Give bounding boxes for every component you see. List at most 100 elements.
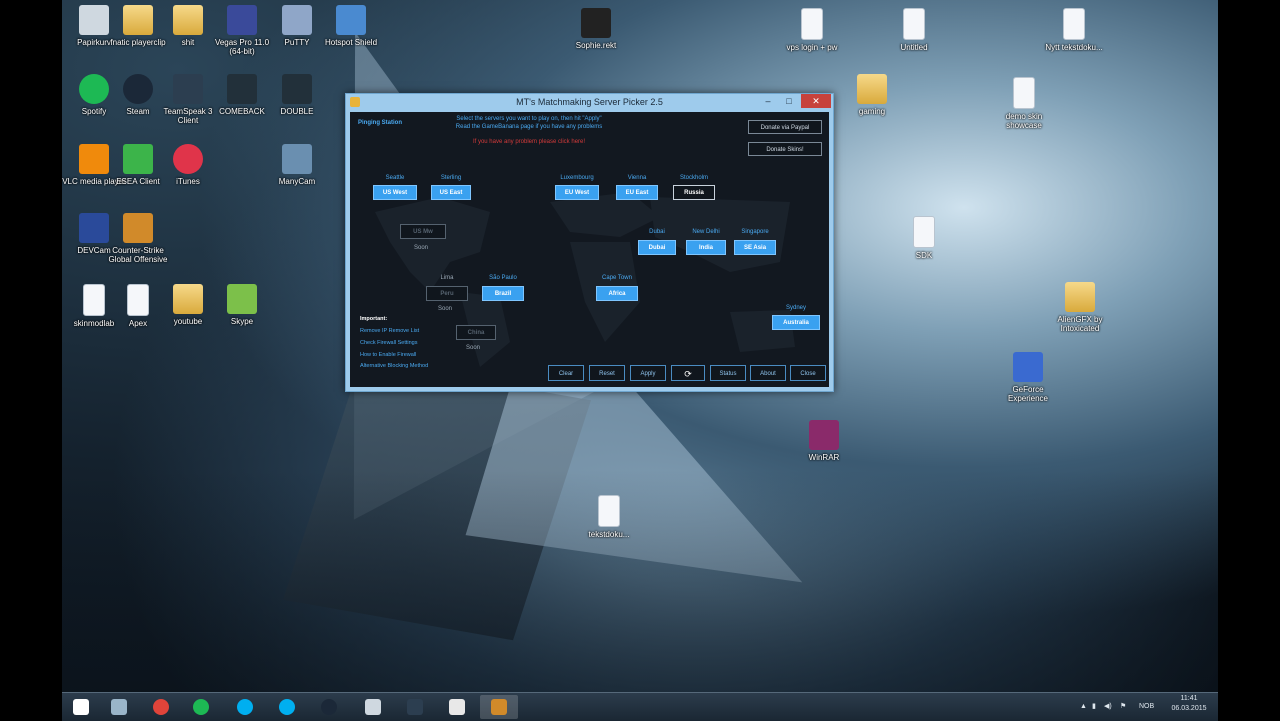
maximize-button[interactable]: □ [779,94,799,108]
soon-label: Soon [414,245,429,251]
donate-skins-button[interactable]: Donate Skins! [748,142,822,156]
taskbar-button[interactable] [62,695,100,719]
apply-button[interactable]: Apply [630,365,666,381]
desktop-icon[interactable]: DOUBLE [265,74,329,116]
desktop-icon[interactable]: iTunes [156,144,220,186]
desktop-icon-label: SDK [915,251,933,260]
desktop-icon-label: Hotspot Shield [324,38,378,47]
warning-link[interactable]: If you have any problem please click her… [424,139,634,145]
desktop-icon[interactable]: Skype [210,284,274,326]
about-button[interactable]: About [750,365,786,381]
taskbar-button[interactable] [226,695,264,719]
document-icon [598,495,620,527]
server-eu-east[interactable]: EU East [616,185,658,200]
taskbar-button[interactable] [310,695,348,719]
network-icon[interactable]: ▮ [1092,702,1096,710]
desktop-icon-label: Untitled [900,43,928,52]
important-link[interactable]: Alternative Blocking Method [360,363,428,369]
server-us-east[interactable]: US East [431,185,471,200]
server-africa[interactable]: Africa [596,286,638,301]
server-peru[interactable]: Peru [426,286,468,301]
location-cape-town: Cape Town [602,275,632,281]
server-brazil[interactable]: Brazil [482,286,524,301]
desktop-icon[interactable]: Hotspot Shield [319,5,383,47]
server-se-asia[interactable]: SE Asia [734,240,776,255]
important-link[interactable]: Check Firewall Settings [360,340,417,346]
clear-button[interactable]: Clear [548,365,584,381]
desktop-icon[interactable]: GeForce Experience [996,352,1060,403]
important-link[interactable]: Remove IP Remove List [360,328,419,334]
server-dubai[interactable]: Dubai [638,240,676,255]
close-window-button[interactable]: ✕ [801,94,831,108]
server-china[interactable]: China [456,325,496,340]
taskbar-button[interactable] [142,695,180,719]
desktop-icon[interactable]: Counter-Strike Global Offensive [106,213,170,264]
taskbar-button[interactable] [268,695,306,719]
location-dubai: Dubai [649,229,665,235]
donate-paypal-button[interactable]: Donate via Paypal [748,120,822,134]
folder-icon [123,5,153,35]
server-australia[interactable]: Australia [772,315,820,330]
skype-icon [279,699,295,715]
desktop[interactable]: Papirkurv fnatic playerclip shit Vegas Pro … [62,0,1218,692]
vegas-icon [227,5,257,35]
minimize-button[interactable]: – [758,94,778,108]
desktop-icon[interactable]: ManyCam [265,144,329,186]
taskbar-button[interactable] [438,695,476,719]
itunes-icon [173,144,203,174]
title-bar[interactable]: MT's Matchmaking Server Picker 2.5 – □ ✕ [346,94,833,112]
refresh-button[interactable]: ⟳ [671,365,705,381]
status-button[interactable]: Status [710,365,746,381]
desktop-icon[interactable]: WinRAR [792,420,856,462]
desktop-icon[interactable]: demo skin showcase [992,77,1056,130]
instructions-line2: Read the GameBanana page if you have any… [455,124,603,130]
desktop-icon[interactable]: Nytt tekstdoku... [1042,8,1106,52]
taskbar-button[interactable] [480,695,518,719]
desktop-icon-label: GeForce Experience [1007,385,1049,403]
csgo-icon [123,213,153,243]
location-luxembourg: Luxembourg [560,175,594,181]
server-us-mw[interactable]: US Mw [400,224,446,239]
chrome-icon [153,699,169,715]
document-icon [1063,8,1085,40]
location-singapore: Singapore [741,229,769,235]
input-language[interactable]: NOB [1139,703,1154,710]
close-button[interactable]: Close [790,365,826,381]
file-explorer-icon [365,699,381,715]
windows-start-icon [73,699,89,715]
instructions-line1: Select the servers you want to play on, … [456,116,602,122]
server-russia[interactable]: Russia [673,185,715,200]
location-lima: Lima [440,275,454,281]
taskbar-button[interactable] [100,695,138,719]
document-icon [903,8,925,40]
clock-time[interactable]: 11:41 [1167,695,1211,702]
desktop-icon[interactable]: Sophie.rekt [564,8,628,50]
server-us-west[interactable]: US West [373,185,417,200]
clock-date[interactable]: 06.03.2015 [1167,705,1211,712]
volume-icon[interactable]: ◀) [1104,702,1112,710]
computer-icon [1013,352,1043,382]
server-eu-west[interactable]: EU West [555,185,599,200]
desktop-icon[interactable]: gaming [840,74,904,116]
desktop-icon-label: Skype [230,317,254,326]
desktop-icon[interactable]: SDK [892,216,956,260]
app-icon [227,74,257,104]
server-india[interactable]: India [686,240,726,255]
desktop-icon[interactable]: tekstdoku... [577,495,641,539]
camtasia-icon [449,699,465,715]
recycle-bin-icon [79,5,109,35]
taskbar-button[interactable] [182,695,220,719]
reset-button[interactable]: Reset [589,365,625,381]
folder-icon [857,74,887,104]
desktop-icon[interactable]: AlienGFX by Intoxicated [1048,282,1112,333]
server-picker-window[interactable]: MT's Matchmaking Server Picker 2.5 – □ ✕… [345,93,834,392]
important-link[interactable]: How to Enable Firewall [360,352,416,358]
taskbar-button[interactable] [396,695,434,719]
soon-label: Soon [466,345,481,351]
tray-arrow-icon[interactable]: ▲ [1080,703,1087,710]
desktop-icon[interactable]: vps login + pw [780,8,844,52]
flag-icon[interactable]: ⚑ [1120,702,1126,710]
important-heading: Important: [360,316,388,322]
taskbar-button[interactable] [354,695,392,719]
desktop-icon[interactable]: Untitled [882,8,946,52]
